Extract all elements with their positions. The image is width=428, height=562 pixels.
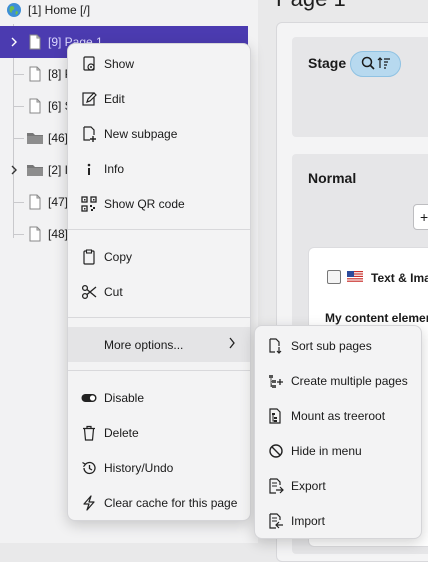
menu-item-more-options[interactable]: More options... [68, 327, 250, 362]
page-icon [27, 34, 43, 50]
export-icon [268, 477, 284, 494]
us-flag-icon [347, 271, 363, 282]
stage-filter-chip[interactable] [350, 51, 401, 77]
chevron-right-icon[interactable] [6, 34, 22, 50]
menu-item-label: Copy [104, 249, 133, 264]
menu-item-cut[interactable]: Cut [68, 274, 250, 309]
submenu-item-hide-in-menu[interactable]: Hide in menu [255, 433, 421, 468]
sort-icon [377, 56, 391, 73]
menu-item-delete[interactable]: Delete [68, 415, 250, 450]
tree-item-home[interactable]: [1] Home [/] [0, 0, 248, 26]
menu-separator [68, 370, 250, 371]
globe-icon [6, 2, 22, 18]
text-image-icon [327, 270, 341, 284]
menu-item-label: Edit [104, 91, 125, 106]
chevron-right-icon[interactable] [6, 162, 22, 178]
tree-item-label: [48] [48, 227, 69, 241]
clipboard-icon [81, 248, 97, 265]
sort-pages-icon [268, 337, 284, 354]
qr-code-icon [81, 195, 97, 212]
multiple-pages-icon [268, 373, 284, 389]
more-options-submenu: Sort sub pages Create multiple pages Mou… [254, 325, 422, 539]
toggle-icon [81, 390, 97, 406]
menu-separator [68, 317, 250, 318]
tree-item-label: [47] [48, 195, 69, 209]
search-icon [361, 56, 375, 73]
page-icon [27, 98, 43, 114]
folder-icon [26, 130, 43, 146]
menu-item-label: Disable [104, 390, 145, 405]
menu-item-label: Show QR code [104, 196, 185, 211]
new-page-icon [81, 125, 97, 142]
treeroot-icon [268, 407, 284, 424]
submenu-item-create-multiple-pages[interactable]: Create multiple pages [255, 363, 421, 398]
menu-item-label: Clear cache for this page [104, 495, 238, 510]
lightning-icon [81, 494, 97, 511]
folder-icon [26, 162, 43, 178]
menu-item-label: Create multiple pages [291, 373, 408, 388]
normal-label: Normal [308, 170, 357, 186]
menu-item-label: More options... [104, 337, 184, 352]
hide-icon [268, 443, 284, 459]
menu-item-label: Delete [104, 425, 139, 440]
menu-item-label: Export [291, 478, 326, 493]
menu-item-history-undo[interactable]: History/Undo [68, 450, 250, 485]
menu-item-label: Info [104, 161, 125, 176]
menu-item-label: Hide in menu [291, 443, 362, 458]
chevron-right-icon [228, 337, 236, 352]
import-icon [268, 512, 284, 529]
pencil-icon [81, 91, 97, 107]
scissors-icon [81, 284, 97, 300]
history-icon [81, 460, 97, 476]
tree-item-label: [46] [48, 131, 69, 145]
trash-icon [81, 425, 97, 441]
tree-item-label: [1] Home [/] [28, 3, 91, 17]
menu-item-clear-cache[interactable]: Clear cache for this page [68, 485, 250, 520]
menu-item-new-subpage[interactable]: New subpage [68, 116, 250, 151]
context-menu: Show Edit New subpage Info Show QR code … [67, 43, 251, 521]
submenu-item-export[interactable]: Export [255, 468, 421, 503]
menu-item-info[interactable]: Info [68, 151, 250, 186]
info-icon [81, 161, 97, 177]
page-icon [27, 194, 43, 210]
menu-item-label: Sort sub pages [291, 338, 372, 353]
stage-label: Stage [308, 55, 347, 71]
menu-item-label: New subpage [104, 126, 178, 141]
page-title: Page 1 [276, 0, 346, 12]
submenu-item-sort-sub-pages[interactable]: Sort sub pages [255, 328, 421, 363]
menu-item-label: Cut [104, 284, 123, 299]
menu-item-show-qr-code[interactable]: Show QR code [68, 186, 250, 221]
eye-icon [81, 55, 97, 72]
menu-item-label: Import [291, 513, 326, 528]
content-element-header: My content elemer [325, 311, 428, 325]
page-icon [27, 66, 43, 82]
menu-item-label: Mount as treeroot [291, 408, 386, 423]
menu-separator [68, 229, 250, 230]
menu-item-label: Show [104, 56, 135, 71]
submenu-item-import[interactable]: Import [255, 503, 421, 538]
submenu-item-mount-as-treeroot[interactable]: Mount as treeroot [255, 398, 421, 433]
menu-item-disable[interactable]: Disable [68, 380, 250, 415]
page-icon [27, 226, 43, 242]
content-element-title: Text & Ima [371, 271, 428, 285]
add-content-button[interactable]: + [413, 204, 428, 230]
menu-item-show[interactable]: Show [68, 46, 250, 81]
menu-item-edit[interactable]: Edit [68, 81, 250, 116]
menu-item-copy[interactable]: Copy [68, 239, 250, 274]
tree-item-label: [2] I [48, 163, 69, 177]
menu-item-label: History/Undo [104, 460, 174, 475]
